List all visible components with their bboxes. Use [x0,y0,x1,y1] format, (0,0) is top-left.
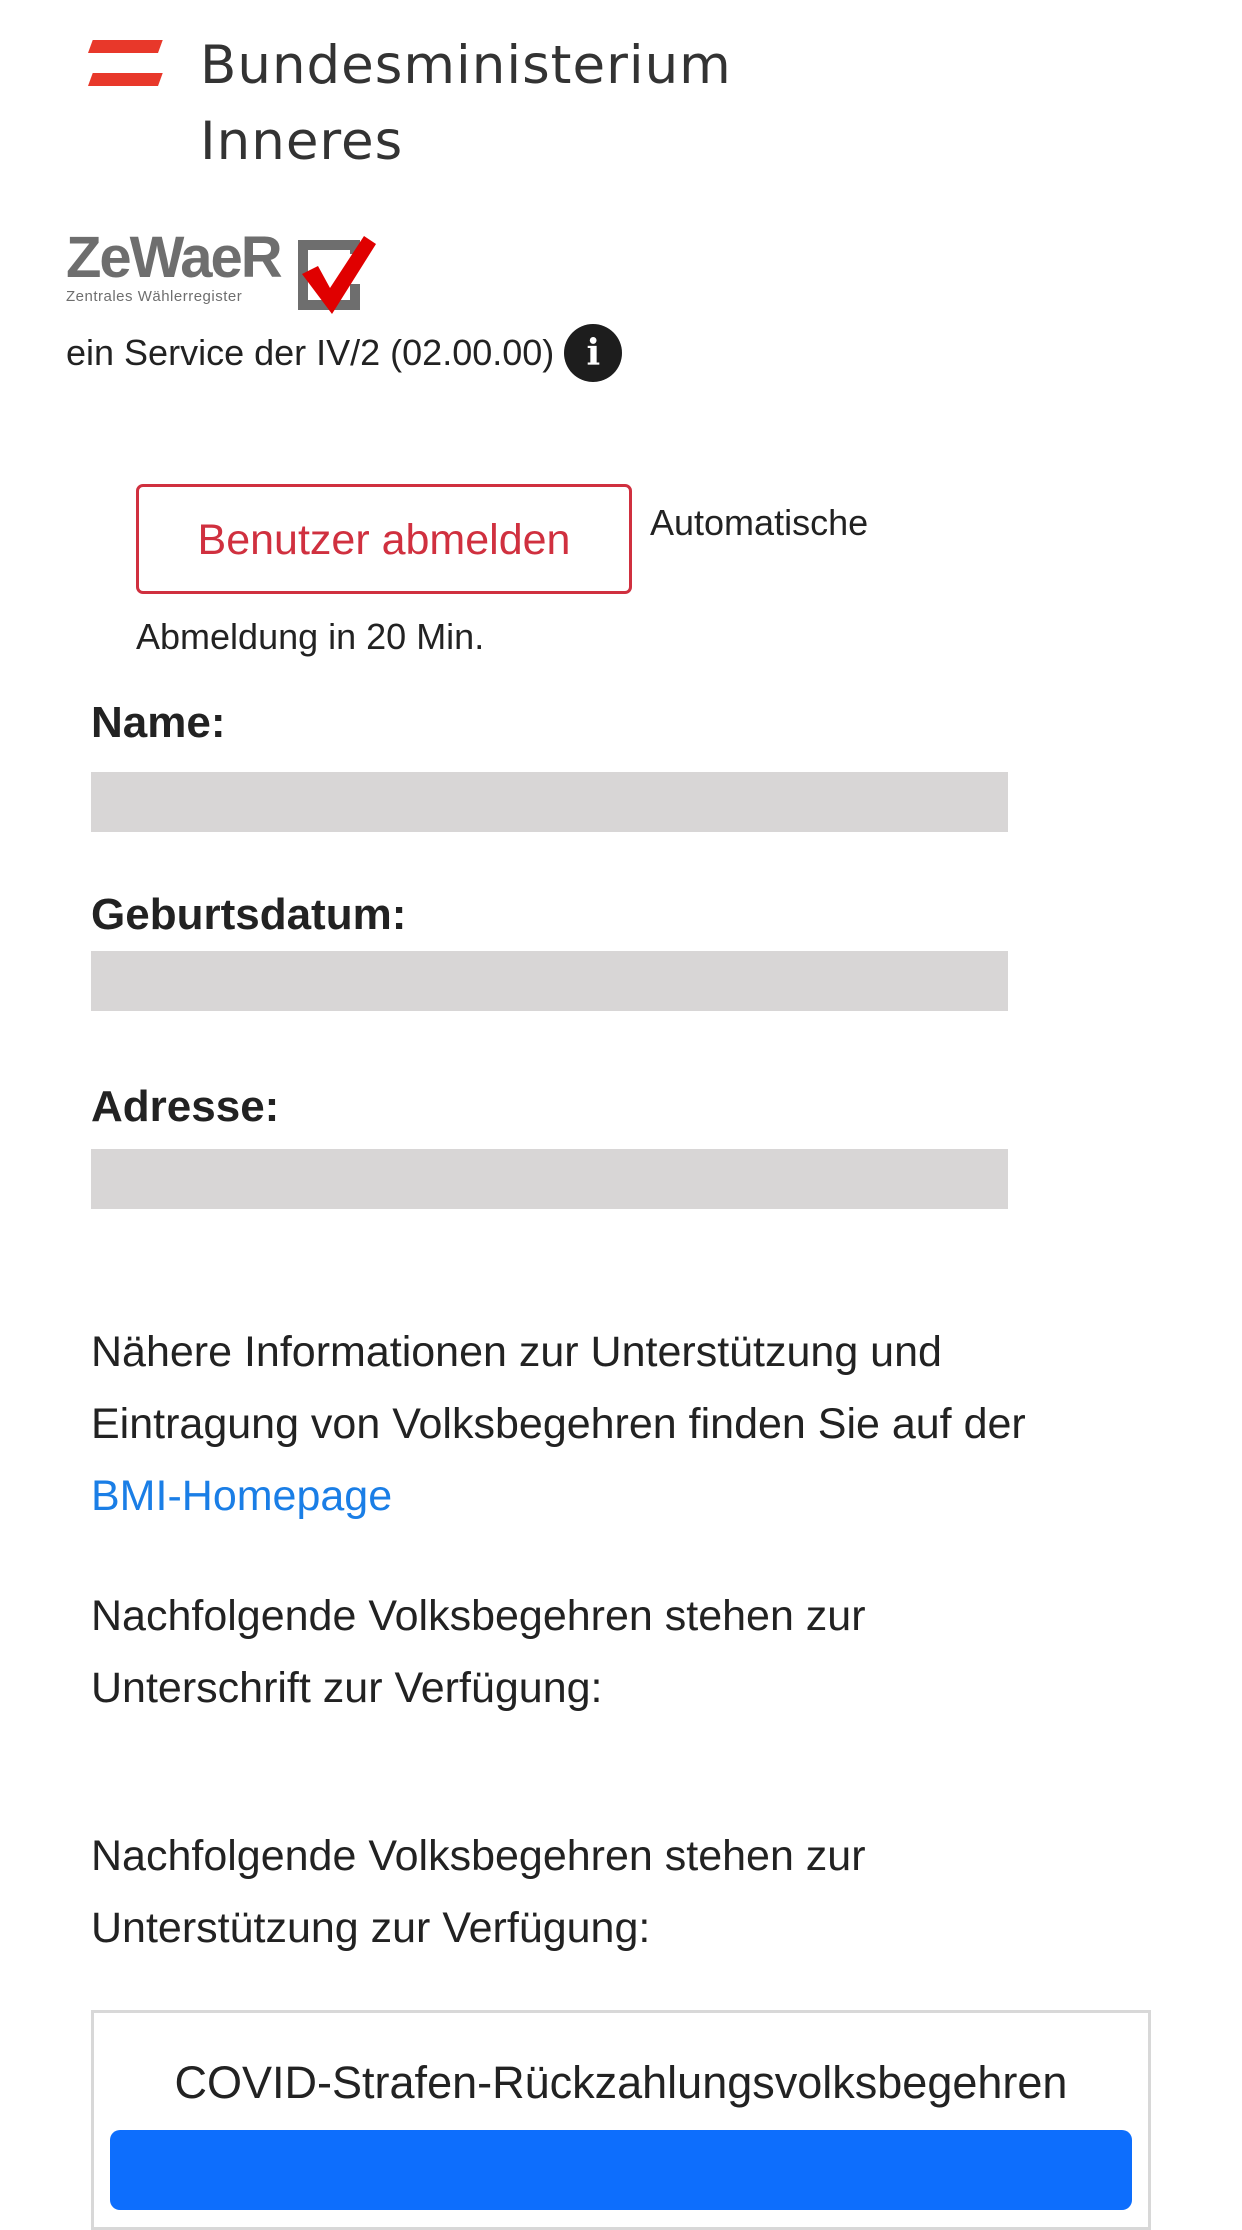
zewaer-logo-subtitle: Zentrales Wählerregister [66,288,243,305]
signature-section-heading: Nachfolgende Volksbegehren stehen zur Un… [91,1580,1211,1724]
auto-logout-notice-part1: Automatische [650,502,869,543]
support-heading-line2: Unterstützung zur Verfügung: [91,1904,651,1952]
ministry-title: Bundesministerium Inneres [200,28,732,180]
birthdate-value-redacted [91,951,1008,1011]
checkbox-check-icon [298,236,376,314]
address-label: Adresse: [91,1082,280,1131]
auto-logout-notice-part2: Abmeldung in 20 Min. [136,616,485,657]
initiative-card: COVID-Strafen-Rückzahlungsvolksbegehren [91,2010,1151,2230]
name-label: Name: [91,698,226,747]
austrian-flag-logo [88,40,163,86]
service-text: ein Service der IV/2 (02.00.00) [66,332,555,373]
logout-button[interactable]: Benutzer abmelden [136,484,632,594]
bmi-homepage-link[interactable]: BMI-Homepage [91,1472,392,1520]
service-info: ein Service der IV/2 (02.00.00) i [66,324,623,382]
flag-stripe-bottom [88,73,163,86]
birthdate-label: Geburtsdatum: [91,890,407,939]
zewaer-logo: ZeWaeR Zentrales Wählerregister [66,228,376,316]
initiative-support-button[interactable] [110,2130,1132,2210]
ministry-title-line2: Inneres [200,111,404,172]
initiative-title: COVID-Strafen-Rückzahlungsvolksbegehren [174,2057,1068,2108]
signature-heading-line1: Nachfolgende Volksbegehren stehen zur [91,1592,866,1640]
info-text-line1: Nähere Informationen zur Unterstützung u… [91,1328,942,1376]
support-heading-line1: Nachfolgende Volksbegehren stehen zur [91,1832,866,1880]
info-text-line2: Eintragung von Volksbegehren finden Sie … [91,1400,1026,1448]
ministry-title-line1: Bundesministerium [200,35,732,96]
support-section-heading: Nachfolgende Volksbegehren stehen zur Un… [91,1820,1211,1964]
name-value-redacted [91,772,1008,832]
flag-stripe-top [88,40,163,53]
info-paragraph: Nähere Informationen zur Unterstützung u… [91,1316,1211,1532]
info-icon[interactable]: i [564,324,623,382]
signature-heading-line2: Unterschrift zur Verfügung: [91,1664,603,1712]
zewaer-logo-wordmark: ZeWaeR [66,225,283,290]
address-value-redacted [91,1149,1008,1209]
